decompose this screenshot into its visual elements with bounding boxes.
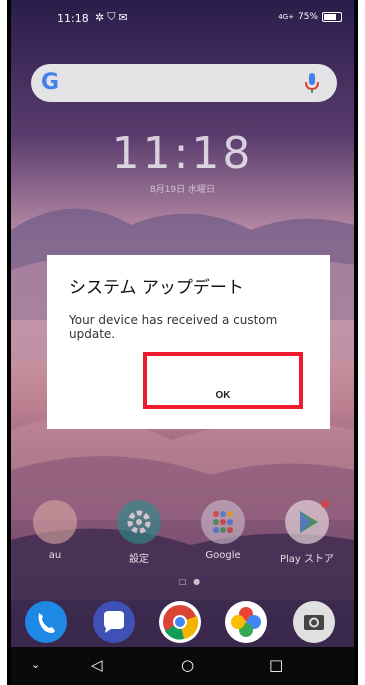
au-icon xyxy=(33,500,77,544)
app-settings[interactable]: 設定 xyxy=(109,500,169,565)
app-label: Play ストア xyxy=(279,554,335,565)
app-label: 設定 xyxy=(129,554,149,565)
mic-icon[interactable] xyxy=(301,71,323,95)
battery-percent: 75% xyxy=(297,12,318,22)
status-bar: 11:18 ✲ ⛉ ✉ 4G+ 75% xyxy=(11,0,354,36)
network-indicator: 4G+ xyxy=(278,13,294,21)
home-date: 8月19日 水曜日 xyxy=(149,185,216,195)
system-update-dialog: システム アップデート Your device has received a c… xyxy=(47,255,330,429)
google-logo: G xyxy=(41,70,60,95)
recents-icon[interactable]: □ xyxy=(269,656,283,674)
google-folder-icon xyxy=(201,500,245,544)
gear-icon: ✲ xyxy=(95,10,105,24)
status-notification-icons: ✲ ⛉ ✉ xyxy=(95,10,128,24)
home-clock: 11:18 xyxy=(111,128,254,179)
app-label: au xyxy=(48,550,62,561)
battery-icon xyxy=(322,12,342,22)
navigation-bar: ⌄ ◁ ○ □ xyxy=(11,647,354,685)
google-search-bar[interactable]: G xyxy=(31,64,337,102)
camera-icon[interactable] xyxy=(293,601,335,643)
photos-icon[interactable] xyxy=(225,601,267,643)
app-au[interactable]: au xyxy=(25,500,85,561)
app-play-store[interactable]: Play ストア xyxy=(277,500,337,565)
dialog-title: システム アップデート xyxy=(69,278,244,298)
status-right: 4G+ 75% xyxy=(278,12,342,22)
chrome-icon[interactable] xyxy=(159,601,201,643)
shield-icon: ⛉ xyxy=(107,10,116,23)
chevron-down-icon[interactable]: ⌄ xyxy=(31,658,40,671)
phone-icon[interactable] xyxy=(25,601,67,643)
app-label: Google xyxy=(205,550,241,561)
status-time: 11:18 xyxy=(57,12,89,25)
gear-icon xyxy=(117,500,161,544)
page-indicator: □ ● xyxy=(179,577,203,586)
play-store-icon xyxy=(285,500,329,544)
mail-icon: ✉ xyxy=(118,10,128,24)
dialog-message: Your device has received a custom update… xyxy=(69,313,278,341)
app-google-folder[interactable]: Google xyxy=(193,500,253,561)
home-icon[interactable]: ○ xyxy=(181,656,194,674)
ok-button[interactable]: OK xyxy=(143,352,303,409)
back-icon[interactable]: ◁ xyxy=(91,656,103,674)
messages-icon[interactable] xyxy=(93,601,135,643)
ok-label: OK xyxy=(215,390,231,401)
home-screen: 11:18 ✲ ⛉ ✉ 4G+ 75% G 11:18 8月19日 水曜日 au… xyxy=(11,0,354,685)
